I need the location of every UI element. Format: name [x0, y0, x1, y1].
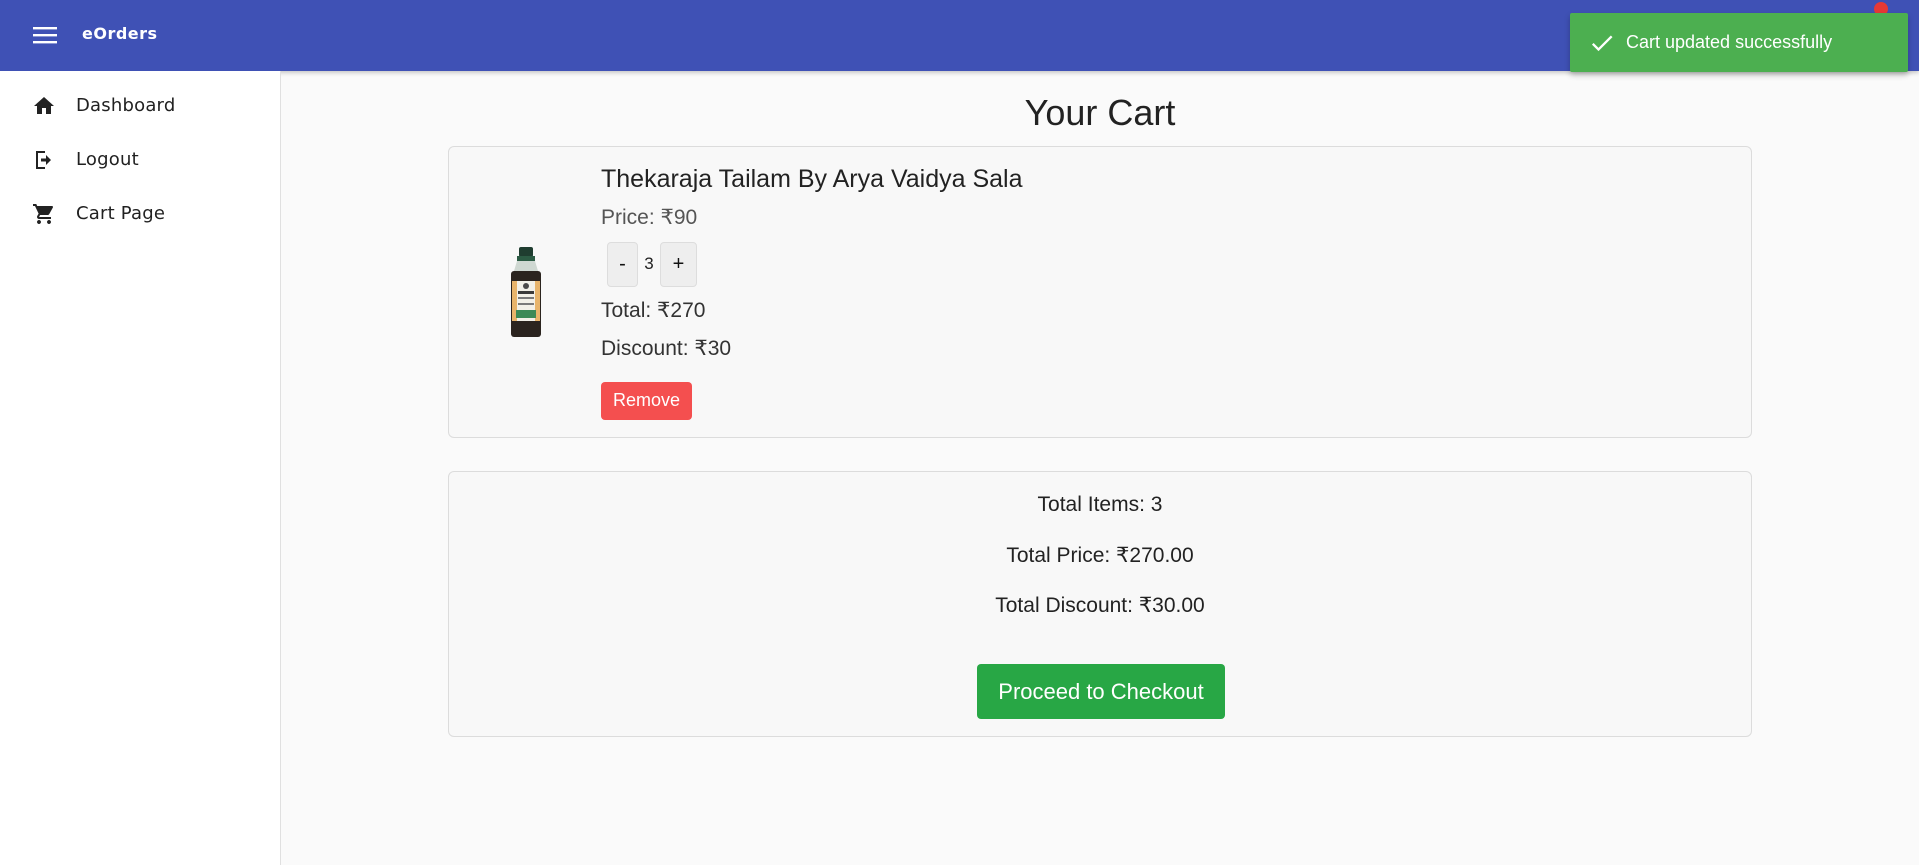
- total-price: Total Price: ₹270.00: [1006, 544, 1194, 567]
- total-discount: Total Discount: ₹30.00: [995, 594, 1205, 617]
- cart-icon: [33, 204, 54, 224]
- page-title: Your Cart: [1024, 92, 1176, 133]
- proceed-to-checkout-button[interactable]: Proceed to Checkout: [977, 664, 1225, 719]
- product-name: Thekaraja Tailam By Arya Vaidya Sala: [601, 165, 1023, 193]
- product-image: [511, 247, 541, 337]
- check-icon: [1591, 35, 1613, 52]
- item-discount: Discount: ₹30: [601, 337, 732, 360]
- cart-summary-card: Total Items: 3 Total Price: ₹270.00 Tota…: [448, 471, 1752, 737]
- logout-icon: [36, 151, 51, 169]
- remove-button[interactable]: Remove: [601, 382, 692, 420]
- sidebar-item-dashboard[interactable]: Dashboard: [0, 82, 280, 130]
- toast-message: Cart updated successfully: [1626, 32, 1833, 52]
- home-icon: [34, 97, 54, 114]
- sidebar-item-label: Dashboard: [76, 95, 176, 116]
- sidebar: Dashboard Logout Cart Page: [0, 71, 281, 865]
- increase-quantity-button[interactable]: +: [660, 242, 697, 287]
- item-total: Total: ₹270: [601, 299, 706, 322]
- decrease-quantity-button[interactable]: -: [607, 242, 638, 287]
- product-price: Price: ₹90: [601, 206, 698, 229]
- sidebar-item-cart-page[interactable]: Cart Page: [0, 190, 280, 238]
- app-title: eOrders: [82, 24, 158, 43]
- toast-notification[interactable]: Cart updated successfully: [1570, 13, 1908, 72]
- menu-icon: [33, 27, 57, 44]
- sidebar-item-label: Logout: [76, 149, 139, 170]
- sidebar-item-logout[interactable]: Logout: [0, 136, 280, 184]
- cart-item-card: Thekaraja Tailam By Arya Vaidya Sala Pri…: [448, 146, 1752, 438]
- total-items: Total Items: 3: [1037, 493, 1163, 516]
- menu-button[interactable]: [28, 20, 62, 50]
- sidebar-item-label: Cart Page: [76, 203, 166, 224]
- quantity-value: 3: [644, 254, 654, 273]
